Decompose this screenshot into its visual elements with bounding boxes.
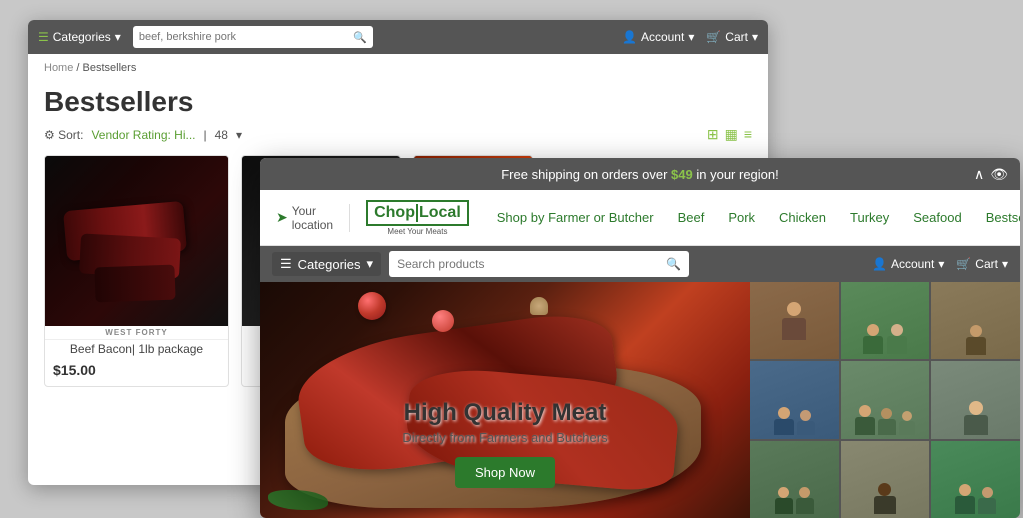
compact-view-icon[interactable]: ≡	[744, 126, 752, 143]
cart-label: Cart	[725, 30, 748, 44]
second-search-bar[interactable]: 🔍	[389, 251, 689, 277]
menu-item-pork[interactable]: Pork	[716, 210, 767, 225]
categories-dropdown-label: Categories	[298, 257, 361, 272]
hero-subtitle: Directly from Farmers and Butchers	[402, 430, 607, 445]
choplocal-logo[interactable]: Chop Local Meet Your Meats	[366, 200, 469, 236]
breadcrumb-current: Bestsellers	[83, 62, 137, 74]
product-name: Beef Bacon| 1lb package	[45, 340, 228, 358]
account-chevron-icon: ▾	[938, 257, 944, 271]
second-navbar: ☰ Categories ▾ 🔍 👤 Account ▾ 🛒 Cart ▾	[260, 246, 1020, 282]
categories-menu[interactable]: ☰ Categories ▾	[38, 30, 121, 44]
product-card[interactable]: WEST FORTY Beef Bacon| 1lb package $15.0…	[44, 155, 229, 387]
logo-divider	[416, 204, 418, 222]
cart-icon: 🛒	[956, 257, 971, 271]
farmer-cell-6	[931, 361, 1020, 438]
cart-button[interactable]: 🛒 Cart ▾	[706, 30, 758, 44]
menu-item-bestsellers[interactable]: Bestsellers	[974, 210, 1020, 225]
per-page-chevron-icon: ▾	[236, 128, 242, 142]
second-account-label: Account	[891, 257, 934, 271]
second-cart-button[interactable]: 🛒 Cart ▾	[956, 257, 1008, 271]
hero-text: High Quality Meat Directly from Farmers …	[402, 399, 607, 488]
back-topbar-right: 👤 Account ▾ 🛒 Cart ▾	[622, 30, 758, 44]
eye-icon[interactable]: 👁	[990, 166, 1008, 183]
hero-title: High Quality Meat	[402, 399, 607, 427]
account-label: Account	[641, 30, 684, 44]
shipping-amount: $49	[671, 167, 693, 182]
account-chevron-icon: ▾	[688, 30, 694, 44]
farmer-cell-7	[750, 441, 839, 518]
account-icon: 👤	[622, 30, 637, 44]
cart-chevron-icon: ▾	[752, 30, 758, 44]
menu-item-turkey[interactable]: Turkey	[838, 210, 901, 225]
back-search-bar[interactable]: 🔍	[133, 26, 373, 48]
farmer-cell-8	[841, 441, 930, 518]
search-icon: 🔍	[666, 257, 681, 271]
account-icon: 👤	[872, 257, 887, 271]
logo-tagline: Meet Your Meats	[387, 227, 447, 236]
categories-chevron-icon: ▾	[115, 30, 121, 44]
logo-chop-text: Chop	[374, 204, 415, 222]
categories-label: Categories	[53, 30, 111, 44]
menu-item-seafood[interactable]: Seafood	[901, 210, 973, 225]
categories-dropdown-chevron-icon: ▾	[367, 256, 374, 272]
scroll-up-icon[interactable]: ∧	[974, 166, 984, 183]
hero-text-container: High Quality Meat Directly from Farmers …	[260, 282, 750, 518]
location-selector[interactable]: ➤ Your location	[276, 204, 350, 232]
farmer-cell-4	[750, 361, 839, 438]
hero-section: High Quality Meat Directly from Farmers …	[260, 282, 1020, 518]
location-pin-icon: ➤	[276, 209, 288, 226]
menu-item-chicken[interactable]: Chicken	[767, 210, 838, 225]
logo-local-text: Local	[419, 204, 461, 222]
menu-item-shop-farmer-butcher[interactable]: Shop by Farmer or Butcher	[485, 210, 666, 225]
front-window: Free shipping on orders over $49 in your…	[260, 158, 1020, 518]
second-search-input[interactable]	[397, 257, 660, 271]
shipping-banner: Free shipping on orders over $49 in your…	[260, 158, 1020, 190]
hamburger-icon: ☰	[38, 30, 49, 44]
logo-box: Chop Local	[366, 200, 469, 226]
search-icon: 🔍	[353, 31, 367, 44]
second-account-button[interactable]: 👤 Account ▾	[872, 257, 944, 271]
farmer-cell-1	[750, 282, 839, 359]
back-topbar: ☰ Categories ▾ 🔍 👤 Account ▾ 🛒 Cart ▾	[28, 20, 768, 54]
breadcrumb-home[interactable]: Home	[44, 62, 73, 74]
list-view-icon[interactable]: ▦	[725, 126, 738, 143]
farmer-cell-5	[841, 361, 930, 438]
farmer-cell-9	[931, 441, 1020, 518]
sort-option[interactable]: Vendor Rating: Hi...	[91, 128, 195, 142]
choplocal-nav: ➤ Your location Chop Local Meet Your Mea…	[260, 190, 1020, 246]
grid-view-icon[interactable]: ⊞	[707, 126, 719, 143]
farmer-cell-3	[931, 282, 1020, 359]
shipping-banner-text: Free shipping on orders over $49 in your…	[501, 167, 779, 182]
page-title: Bestsellers	[28, 82, 768, 126]
second-cart-label: Cart	[975, 257, 998, 271]
cart-chevron-icon: ▾	[1002, 257, 1008, 271]
sort-separator: |	[204, 128, 207, 142]
breadcrumb: Home / Bestsellers	[28, 54, 768, 82]
per-page-value: 48	[215, 128, 228, 142]
main-navigation: Shop by Farmer or Butcher Beef Pork Chic…	[485, 210, 1020, 225]
hamburger-icon: ☰	[280, 256, 292, 272]
vendor-logo: WEST FORTY	[45, 326, 228, 340]
account-button[interactable]: 👤 Account ▾	[622, 30, 694, 44]
cart-icon: 🛒	[706, 30, 721, 44]
categories-dropdown-button[interactable]: ☰ Categories ▾	[272, 252, 381, 276]
product-price: $15.00	[45, 358, 228, 386]
menu-item-beef[interactable]: Beef	[666, 210, 717, 225]
location-label: Your location	[292, 204, 333, 232]
farmers-grid	[750, 282, 1020, 518]
farmer-cell-2	[841, 282, 930, 359]
second-navbar-right: 👤 Account ▾ 🛒 Cart ▾	[872, 257, 1008, 271]
sort-bar: ⚙ Sort: Vendor Rating: Hi... | 48 ▾ ⊞ ▦ …	[28, 126, 768, 155]
shop-now-button[interactable]: Shop Now	[455, 457, 555, 488]
back-search-input[interactable]	[139, 31, 353, 43]
product-image	[45, 156, 228, 326]
sort-label: ⚙ Sort:	[44, 128, 83, 142]
banner-controls[interactable]: ∧ 👁	[974, 166, 1008, 183]
view-toggle: ⊞ ▦ ≡	[707, 126, 752, 143]
